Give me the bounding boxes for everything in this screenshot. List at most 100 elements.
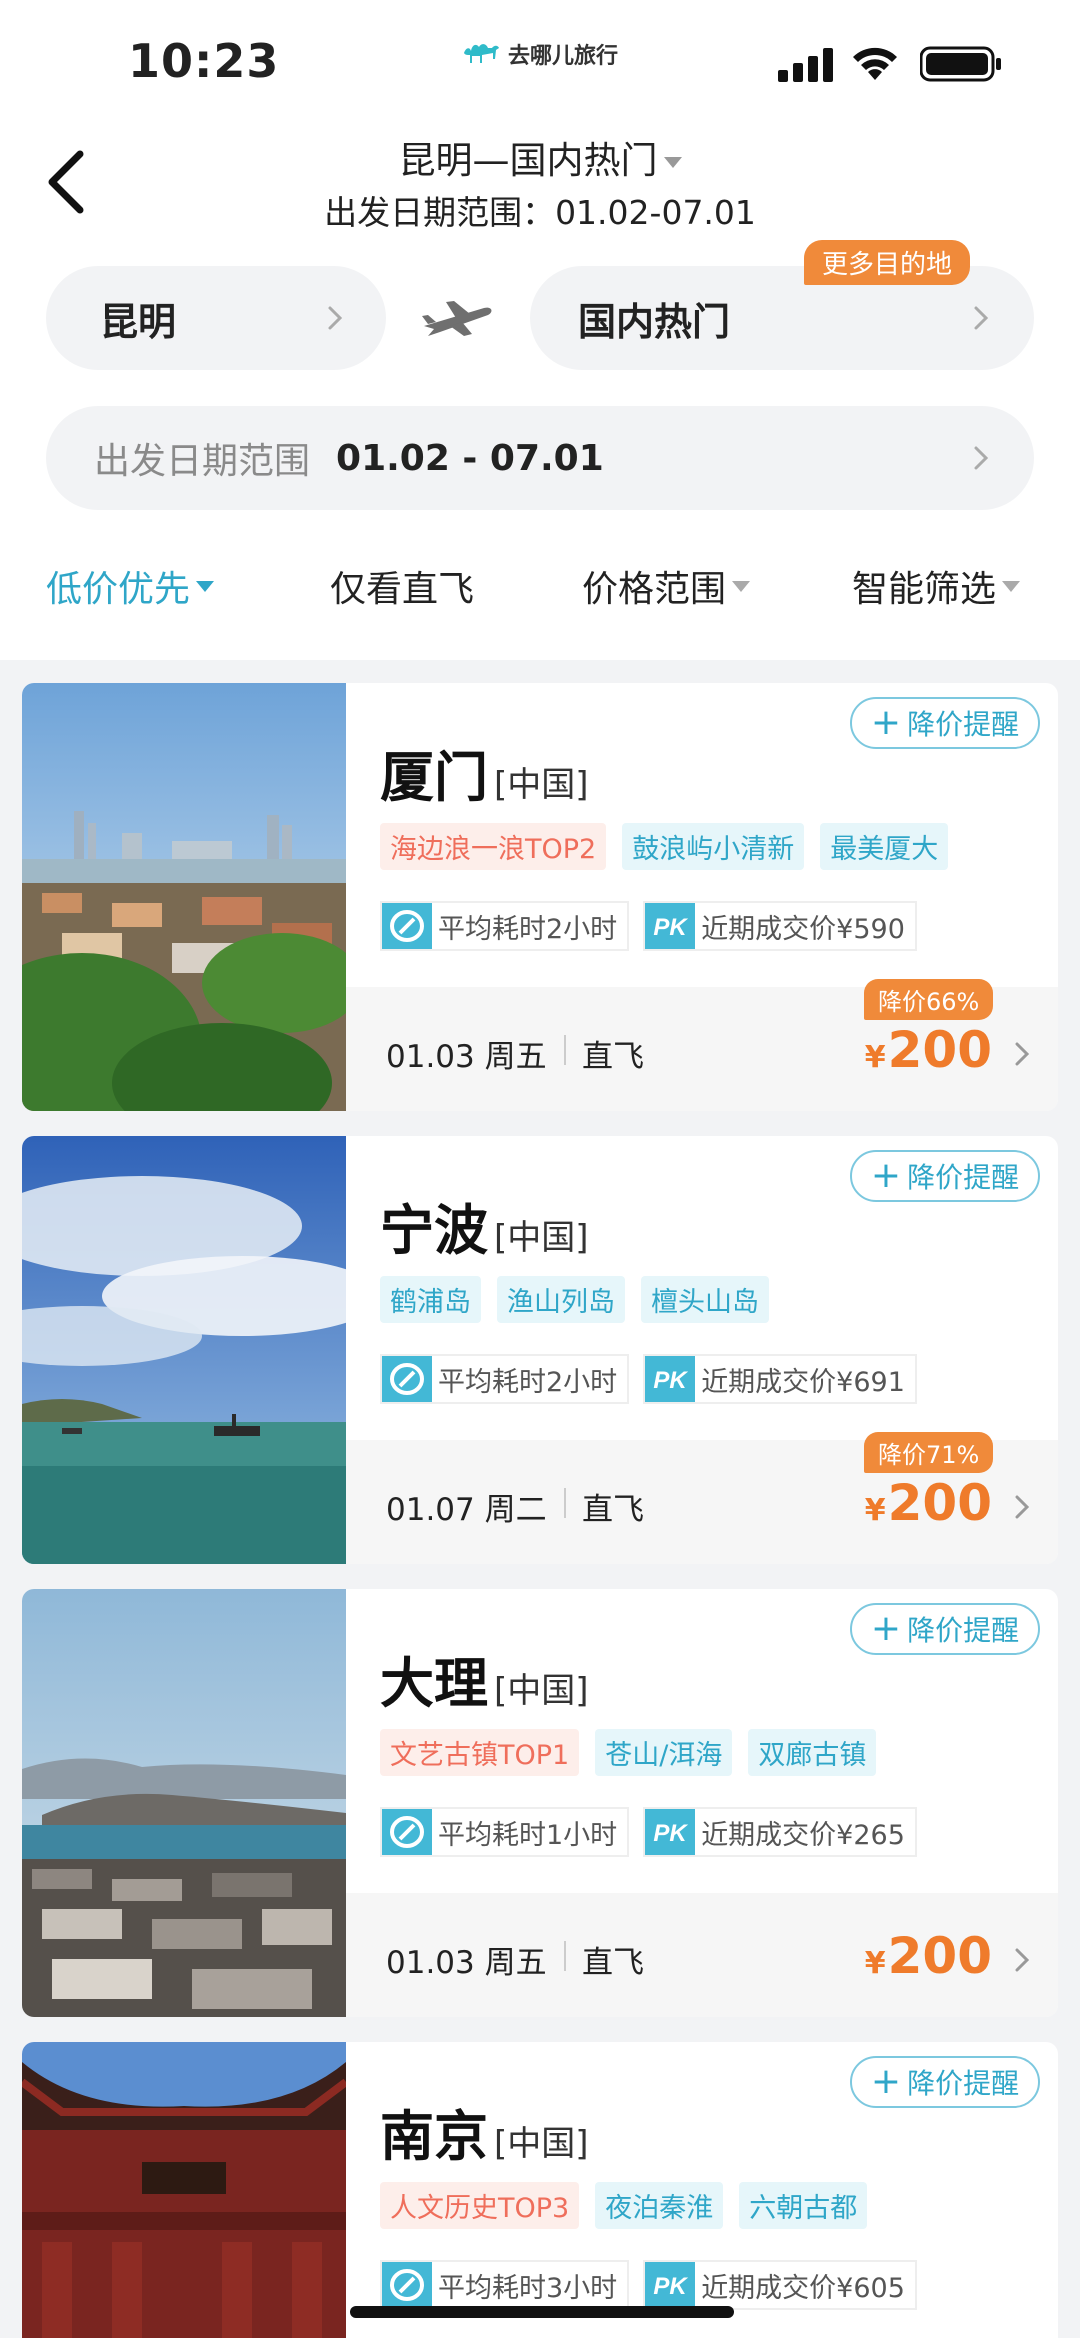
wifi-icon (853, 47, 897, 80)
tag: 海边浪一浪TOP2 (380, 823, 607, 870)
tag: 檀头山岛 (641, 1276, 769, 1323)
price-value: 200 (887, 1021, 992, 1079)
tag: 夜泊秦淮 (595, 2182, 724, 2229)
destination-card[interactable]: 南京 [中国] + 降价提醒 人文历史TOP3 夜泊秦淮 六朝古都 平均耗时3小时 … (22, 2042, 1058, 2338)
more-destinations-badge[interactable]: 更多目的地 (804, 240, 971, 285)
filter-price-range[interactable]: 价格范围 (582, 560, 751, 612)
nav-title-text: 昆明—国内热门 (398, 139, 658, 182)
city-name: 厦门 (380, 746, 488, 809)
recent-price-text: 近期成交价¥691 (701, 1366, 905, 1398)
price-alert-label: 降价提醒 (907, 708, 1020, 741)
avg-time-box: 平均耗时3小时 (380, 2260, 630, 2310)
signal-icon (778, 48, 833, 82)
sort-label: 低价优先 (46, 569, 191, 610)
price: ¥200 (865, 1021, 992, 1079)
date-range-picker[interactable]: 出发日期范围 01.02 - 07.01 (46, 406, 1034, 510)
destination-name: 大理 [中国] (380, 1639, 589, 1718)
sort-lowest-price[interactable]: 低价优先 (46, 560, 215, 612)
chevron-right-icon (974, 306, 989, 330)
info-row: 平均耗时2小时 PK 近期成交价¥691 (380, 1354, 917, 1404)
price-value: 200 (887, 1474, 992, 1532)
avg-time-text: 平均耗时3小时 (438, 2272, 618, 2304)
info-row: 平均耗时1小时 PK 近期成交价¥265 (380, 1807, 917, 1857)
divider (564, 1035, 566, 1065)
departure-date: 01.03 周五 (386, 1039, 547, 1075)
country-label: [中国] (494, 765, 589, 805)
nav-title[interactable]: 昆明—国内热门 (0, 130, 1080, 184)
recent-price-text: 近期成交价¥590 (701, 913, 905, 945)
destination-name: 宁波 [中国] (380, 1186, 589, 1265)
country-label: [中国] (494, 1671, 589, 1711)
discount-badge: 降价66% (864, 979, 994, 1020)
price-alert-label: 降价提醒 (907, 2067, 1020, 2100)
destination-photo (22, 683, 346, 1111)
price-alert-button[interactable]: + 降价提醒 (850, 1603, 1040, 1655)
tag-list: 人文历史TOP3 夜泊秦淮 六朝古都 (380, 2182, 868, 2229)
avg-time-text: 平均耗时2小时 (438, 1366, 618, 1398)
tag-list: 鹤浦岛 渔山列岛 檀头山岛 (380, 1276, 769, 1323)
price-alert-button[interactable]: + 降价提醒 (850, 697, 1040, 749)
price-alert-button[interactable]: + 降价提醒 (850, 1150, 1040, 1202)
svg-text:PK: PK (654, 2273, 689, 2300)
tag: 鼓浪屿小清新 (622, 823, 805, 870)
clock-badge-icon (382, 1356, 432, 1402)
price-alert-button[interactable]: + 降价提醒 (850, 2056, 1040, 2108)
date-range-label: 出发日期范围 (94, 441, 311, 482)
chevron-right-icon (974, 446, 989, 470)
destination-name: 南京 [中国] (380, 2092, 589, 2171)
discount-badge: 降价71% (864, 1432, 994, 1473)
caret-down-icon (663, 157, 682, 168)
price-value: 200 (887, 1927, 992, 1985)
chevron-right-icon (1015, 1948, 1030, 1972)
flight-type: 直飞 (582, 1945, 644, 1981)
home-indicator[interactable] (350, 2306, 734, 2318)
country-label: [中国] (494, 1218, 589, 1258)
destination-photo (22, 1589, 346, 2017)
sort-label: 价格范围 (582, 569, 727, 610)
price-alert-label: 降价提醒 (907, 1161, 1020, 1194)
country-label: [中国] (494, 2124, 589, 2164)
to-city: 国内热门 (578, 299, 731, 344)
tag: 鹤浦岛 (380, 1276, 481, 1323)
caret-down-icon (1002, 580, 1021, 592)
caret-down-icon (196, 580, 215, 592)
recent-price-text: 近期成交价¥265 (701, 1819, 905, 1851)
clock-badge-icon (382, 1809, 432, 1855)
card-footer: 01.03 周五 直飞 降价66% ¥200 (346, 979, 1058, 1111)
currency-symbol: ¥ (864, 1040, 886, 1075)
avg-time-box: 平均耗时1小时 (380, 1807, 630, 1857)
destination-card[interactable]: 厦门 [中国] + 降价提醒 海边浪一浪TOP2 鼓浪屿小清新 最美厦大 平均耗时2… (22, 683, 1058, 1111)
from-city-picker[interactable]: 昆明 (46, 266, 386, 370)
avg-time-box: 平均耗时2小时 (380, 1354, 630, 1404)
destination-card[interactable]: 宁波 [中国] + 降价提醒 鹤浦岛 渔山列岛 檀头山岛 平均耗时2小时 PK 近期… (22, 1136, 1058, 1564)
pk-badge-icon: PK (645, 1809, 696, 1855)
city-name: 宁波 (380, 1199, 488, 1262)
svg-text:PK: PK (654, 1367, 689, 1394)
card-footer: 01.07 周二 直飞 降价71% ¥200 (346, 1432, 1058, 1564)
sort-filter-bar: 低价优先 仅看直飞 价格范围 智能筛选 (0, 560, 1080, 630)
plus-icon: + (870, 702, 902, 743)
tag: 人文历史TOP3 (380, 2182, 580, 2229)
currency-symbol: ¥ (864, 1946, 886, 1981)
divider (564, 1488, 566, 1518)
date-range-value: 01.02 - 07.01 (336, 437, 604, 479)
tag-list: 文艺古镇TOP1 苍山/洱海 双廊古镇 (380, 1729, 877, 1776)
filter-direct-only[interactable]: 仅看直飞 (330, 560, 474, 612)
chevron-right-icon (1015, 1495, 1030, 1519)
avg-time-box: 平均耗时2小时 (380, 901, 630, 951)
city-name: 大理 (380, 1652, 488, 1715)
card-footer: 01.03 周五 直飞 ¥200 (346, 1893, 1058, 2017)
recent-price-box: PK 近期成交价¥691 (643, 1354, 917, 1404)
flight-type: 直飞 (582, 1492, 644, 1528)
sort-label: 智能筛选 (852, 569, 997, 610)
destination-card[interactable]: 大理 [中国] + 降价提醒 文艺古镇TOP1 苍山/洱海 双廊古镇 平均耗时1小时… (22, 1589, 1058, 2017)
tag: 苍山/洱海 (595, 1729, 733, 1776)
tag: 双廊古镇 (748, 1729, 877, 1776)
price: ¥200 (865, 1927, 992, 1985)
clock-badge-icon (382, 2262, 432, 2308)
from-city: 昆明 (100, 299, 177, 344)
svg-text:PK: PK (654, 1820, 689, 1847)
pk-badge-icon: PK (645, 903, 696, 949)
svg-text:PK: PK (654, 914, 689, 941)
filter-smart[interactable]: 智能筛选 (852, 560, 1021, 612)
